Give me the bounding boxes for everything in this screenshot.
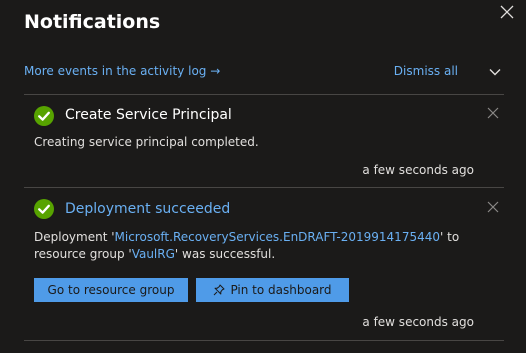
notifications-panel: Notifications More events in the activit… — [0, 0, 526, 353]
resource-group-link[interactable]: VaulRG — [132, 247, 175, 261]
chevron-down-icon[interactable] — [488, 65, 502, 79]
button-label: Go to resource group — [47, 283, 175, 297]
panel-actions: More events in the activity log → Dismis… — [24, 64, 502, 80]
message-text: resource group ' — [34, 247, 132, 261]
notification-title: Create Service Principal — [65, 107, 232, 123]
dismiss-all-button[interactable]: Dismiss all — [394, 64, 458, 78]
checkmark-circle-icon — [34, 199, 54, 219]
notification-time: a few seconds ago — [362, 163, 474, 177]
notification-message: Deployment 'Microsoft.RecoveryServices.E… — [34, 229, 459, 263]
message-text: Deployment ' — [34, 230, 115, 244]
notification-card: Deployment succeeded Deployment 'Microso… — [24, 188, 504, 340]
divider — [24, 340, 504, 341]
close-icon[interactable] — [486, 200, 500, 214]
panel-title: Notifications — [24, 11, 161, 33]
message-text: ' to — [440, 230, 460, 244]
pin-to-dashboard-button[interactable]: Pin to dashboard — [196, 278, 349, 302]
message-text: ' was successful. — [174, 247, 276, 261]
pin-icon — [214, 284, 225, 296]
go-to-resource-group-button[interactable]: Go to resource group — [34, 278, 188, 302]
close-icon[interactable] — [499, 4, 515, 20]
activity-log-link[interactable]: More events in the activity log → — [24, 64, 220, 78]
notification-title-link[interactable]: Deployment succeeded — [65, 201, 230, 217]
close-icon[interactable] — [486, 106, 500, 120]
notification-time: a few seconds ago — [362, 315, 474, 329]
button-label: Pin to dashboard — [230, 283, 332, 297]
deployment-link[interactable]: Microsoft.RecoveryServices.EnDRAFT-20199… — [115, 230, 440, 244]
notification-card: Create Service Principal Creating servic… — [24, 95, 504, 187]
notification-message: Creating service principal completed. — [34, 135, 259, 149]
checkmark-circle-icon — [34, 106, 54, 126]
